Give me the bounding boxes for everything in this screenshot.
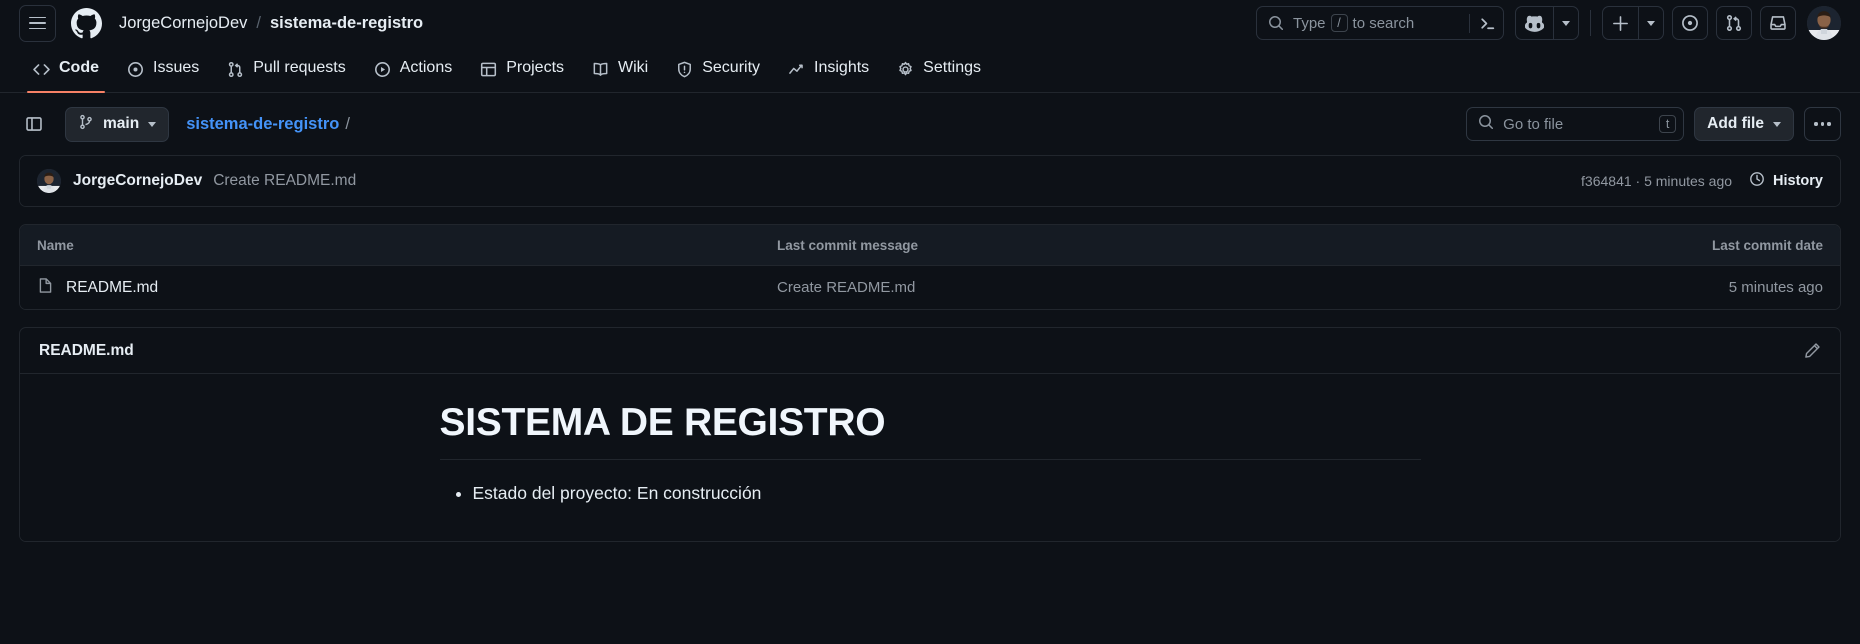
search-icon — [1478, 114, 1494, 135]
readme-header: README.md — [20, 328, 1840, 374]
hamburger-icon[interactable] — [19, 4, 56, 42]
copilot-dropdown-button[interactable] — [1553, 6, 1579, 40]
file-commit-message-link[interactable]: Create README.md — [777, 279, 915, 296]
repo-nav-tabs: Code Issues Pull requests Actions Projec… — [0, 46, 1860, 93]
tab-insights-label: Insights — [814, 59, 870, 76]
tab-security-label: Security — [702, 59, 761, 76]
pencil-icon[interactable] — [1804, 342, 1821, 359]
commit-sha-and-time[interactable]: f364841 · 5 minutes ago — [1581, 173, 1732, 189]
copilot-button-group — [1515, 6, 1579, 40]
plus-icon[interactable] — [1602, 6, 1638, 40]
repo-content: main sistema-de-registro / Go to file t … — [0, 93, 1860, 542]
readme-body: SISTEMA DE REGISTRO Estado del proyecto:… — [20, 374, 1840, 541]
tab-insights[interactable]: Insights — [774, 46, 883, 92]
chevron-down-icon — [1562, 20, 1570, 26]
readme-panel: README.md SISTEMA DE REGISTRO Estado del… — [19, 327, 1841, 542]
tab-code[interactable]: Code — [19, 46, 113, 93]
repo-link[interactable]: sistema-de-registro — [270, 14, 423, 33]
file-toolbar: main sistema-de-registro / Go to file t … — [19, 93, 1841, 155]
table-row[interactable]: README.md Create README.md 5 minutes ago — [20, 266, 1840, 309]
search-input[interactable]: Type / to search — [1256, 6, 1504, 40]
tab-projects[interactable]: Projects — [466, 46, 578, 92]
github-logo-icon[interactable] — [71, 7, 102, 39]
tab-pull-requests-label: Pull requests — [253, 59, 346, 76]
tab-projects-label: Projects — [506, 59, 565, 76]
branch-name-label: main — [103, 115, 140, 132]
go-to-file-input[interactable]: Go to file t — [1466, 107, 1685, 141]
chevron-down-icon — [1647, 20, 1655, 26]
search-kbd-slash: / — [1330, 14, 1348, 32]
tab-settings-label: Settings — [923, 59, 981, 76]
header-divider — [1590, 10, 1591, 36]
file-commit-message-cell: Create README.md — [777, 279, 1623, 297]
tab-issues[interactable]: Issues — [113, 46, 213, 92]
search-placeholder: Type / to search — [1293, 14, 1414, 32]
history-link[interactable]: History — [1749, 171, 1823, 191]
kebab-horizontal-icon[interactable] — [1804, 107, 1841, 141]
git-branch-icon — [78, 114, 94, 135]
tab-wiki[interactable]: Wiki — [578, 46, 662, 92]
commit-meta-group: f364841 · 5 minutes ago History — [1581, 171, 1823, 191]
tab-code-label: Code — [59, 59, 99, 76]
notifications-inbox-icon[interactable] — [1760, 6, 1796, 40]
tab-issues-label: Issues — [153, 59, 200, 76]
branch-selector-button[interactable]: main — [65, 106, 170, 142]
search-icon — [1268, 15, 1284, 31]
tab-settings[interactable]: Settings — [883, 46, 995, 92]
copilot-icon[interactable] — [1515, 6, 1553, 40]
commit-author-avatar[interactable] — [37, 169, 61, 193]
column-header-date: Last commit date — [1711, 237, 1823, 253]
breadcrumb: JorgeCornejoDev / sistema-de-registro — [119, 14, 423, 33]
tab-security[interactable]: Security — [662, 46, 774, 92]
column-header-message: Last commit message — [777, 237, 919, 253]
search-placeholder-prefix: Type — [1293, 14, 1326, 32]
file-icon — [37, 277, 54, 299]
sidebar-expand-icon[interactable] — [19, 109, 49, 139]
search-placeholder-suffix: to search — [1352, 14, 1415, 32]
search-divider — [1469, 13, 1470, 33]
add-file-button[interactable]: Add file — [1694, 107, 1794, 141]
owner-link[interactable]: JorgeCornejoDev — [119, 14, 247, 33]
list-item: Estado del proyecto: En construcción — [473, 479, 1421, 507]
breadcrumb-separator: / — [256, 13, 261, 32]
file-table: Name Last commit message Last commit dat… — [19, 224, 1841, 310]
commit-author-name[interactable]: JorgeCornejoDev — [73, 172, 202, 190]
chevron-down-icon — [148, 121, 157, 127]
tab-actions[interactable]: Actions — [360, 46, 466, 92]
readme-markdown: SISTEMA DE REGISTRO Estado del proyecto:… — [424, 401, 1437, 507]
commit-message[interactable]: Create README.md — [213, 172, 356, 190]
readme-heading: SISTEMA DE REGISTRO — [439, 401, 1421, 460]
add-file-label: Add file — [1707, 115, 1764, 132]
tab-wiki-label: Wiki — [618, 59, 649, 76]
header-actions: Type / to search — [1256, 6, 1841, 40]
global-header: JorgeCornejoDev / sistema-de-registro Ty… — [0, 0, 1860, 46]
column-header-name: Name — [37, 237, 74, 253]
latest-commit-panel: JorgeCornejoDev Create README.md f364841… — [19, 155, 1841, 207]
tab-actions-label: Actions — [399, 59, 453, 76]
pull-requests-nav-button[interactable] — [1716, 6, 1752, 40]
breadcrumb-path-separator: / — [345, 114, 350, 133]
latest-commit-row: JorgeCornejoDev Create README.md f364841… — [20, 156, 1840, 206]
terminal-icon[interactable] — [1479, 15, 1496, 32]
issues-nav-button[interactable] — [1672, 6, 1708, 40]
history-icon — [1749, 171, 1765, 191]
readme-title: README.md — [39, 341, 134, 359]
create-new-button-group — [1602, 6, 1664, 40]
file-toolbar-actions: Go to file t Add file — [1466, 107, 1841, 141]
create-new-dropdown-button[interactable] — [1638, 6, 1664, 40]
go-to-file-placeholder: Go to file — [1503, 115, 1564, 133]
history-label: History — [1773, 173, 1823, 189]
file-commit-date-cell: 5 minutes ago — [1728, 279, 1823, 296]
breadcrumb-repo-link[interactable]: sistema-de-registro — [186, 115, 339, 134]
file-name-link[interactable]: README.md — [66, 279, 158, 297]
avatar[interactable] — [1807, 6, 1841, 40]
file-name-cell: README.md — [37, 277, 777, 299]
chevron-down-icon — [1773, 121, 1781, 127]
readme-bullet-list: Estado del proyecto: En construcción — [440, 479, 1421, 507]
file-table-header: Name Last commit message Last commit dat… — [20, 225, 1840, 266]
go-to-file-kbd: t — [1659, 115, 1677, 133]
tab-pull-requests[interactable]: Pull requests — [213, 46, 360, 92]
path-breadcrumb: sistema-de-registro / — [186, 115, 350, 134]
